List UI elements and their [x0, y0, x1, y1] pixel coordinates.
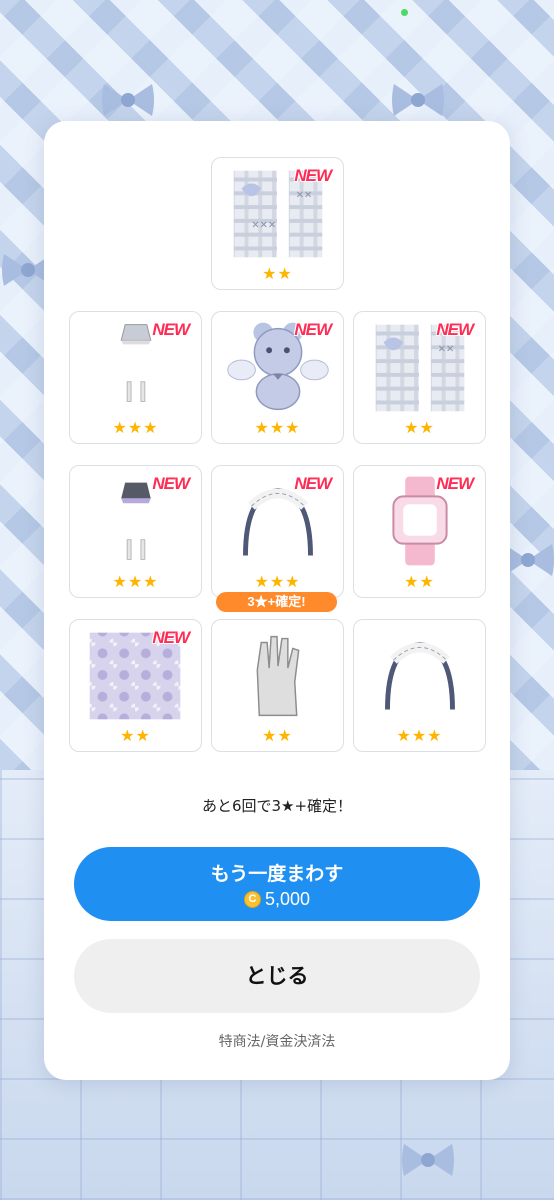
new-label: NEW: [294, 474, 332, 493]
new-label: NEW: [152, 474, 190, 493]
guarantee-badge: 3★+確定!: [216, 592, 337, 612]
result-card[interactable]: ★★★: [353, 619, 486, 752]
rarity-stars: ★★: [404, 418, 435, 437]
rarity-stars: ★★★: [396, 726, 443, 745]
result-card[interactable]: NEW ★★★: [69, 465, 202, 598]
new-label: NEW: [152, 320, 190, 339]
result-card[interactable]: NEW ★★: [353, 465, 486, 598]
rarity-stars: ★★★: [112, 572, 159, 591]
rarity-stars: ★★★: [254, 572, 301, 591]
svg-text:✕✕: ✕✕: [438, 344, 454, 355]
rarity-stars: ★★★: [112, 418, 159, 437]
rarity-stars: ★★★: [254, 418, 301, 437]
result-card[interactable]: NEW ★★: [69, 619, 202, 752]
result-card[interactable]: ★★: [211, 619, 344, 752]
spin-price-value: 5,000: [264, 889, 311, 909]
close-button[interactable]: とじる: [74, 939, 480, 1013]
coin-icon: C: [243, 891, 261, 908]
svg-text:✕✕✕: ✕✕✕: [251, 220, 276, 231]
camera-indicator-dot: [401, 9, 408, 16]
spin-again-label: もう一度まわす: [210, 863, 344, 885]
legal-notice-link[interactable]: 特商法/資金決済法: [44, 1031, 510, 1051]
new-label: NEW: [294, 320, 332, 339]
rarity-stars: ★★: [262, 726, 293, 745]
result-card[interactable]: NEW ★★★: [69, 311, 202, 444]
new-label: NEW: [436, 474, 474, 493]
spin-again-button[interactable]: もう一度まわす C 5,000: [74, 847, 480, 921]
guarantee-countdown-text: あと6回で3★+確定！: [201, 797, 353, 815]
glove-hand-icon: [256, 635, 300, 717]
new-label: NEW: [436, 320, 474, 339]
rarity-stars: ★★: [262, 264, 293, 283]
result-card[interactable]: ✕✕ NEW ★★: [353, 311, 486, 444]
bow-decoration-icon: [402, 1144, 454, 1176]
bow-decoration-icon: [102, 84, 154, 116]
spin-price: C 5,000: [74, 889, 480, 910]
result-card[interactable]: NEW ★★★: [211, 311, 344, 444]
new-label: NEW: [152, 628, 190, 647]
bow-decoration-icon: [392, 84, 444, 116]
maid-headband-icon: [385, 641, 455, 710]
rarity-stars: ★★: [404, 572, 435, 591]
result-card[interactable]: NEW ★★★: [211, 465, 344, 598]
new-label: NEW: [294, 166, 332, 185]
svg-text:✕✕: ✕✕: [296, 190, 312, 201]
result-card[interactable]: ✕✕ ✕✕✕ NEW ★★: [211, 157, 344, 290]
rarity-stars: ★★: [120, 726, 151, 745]
